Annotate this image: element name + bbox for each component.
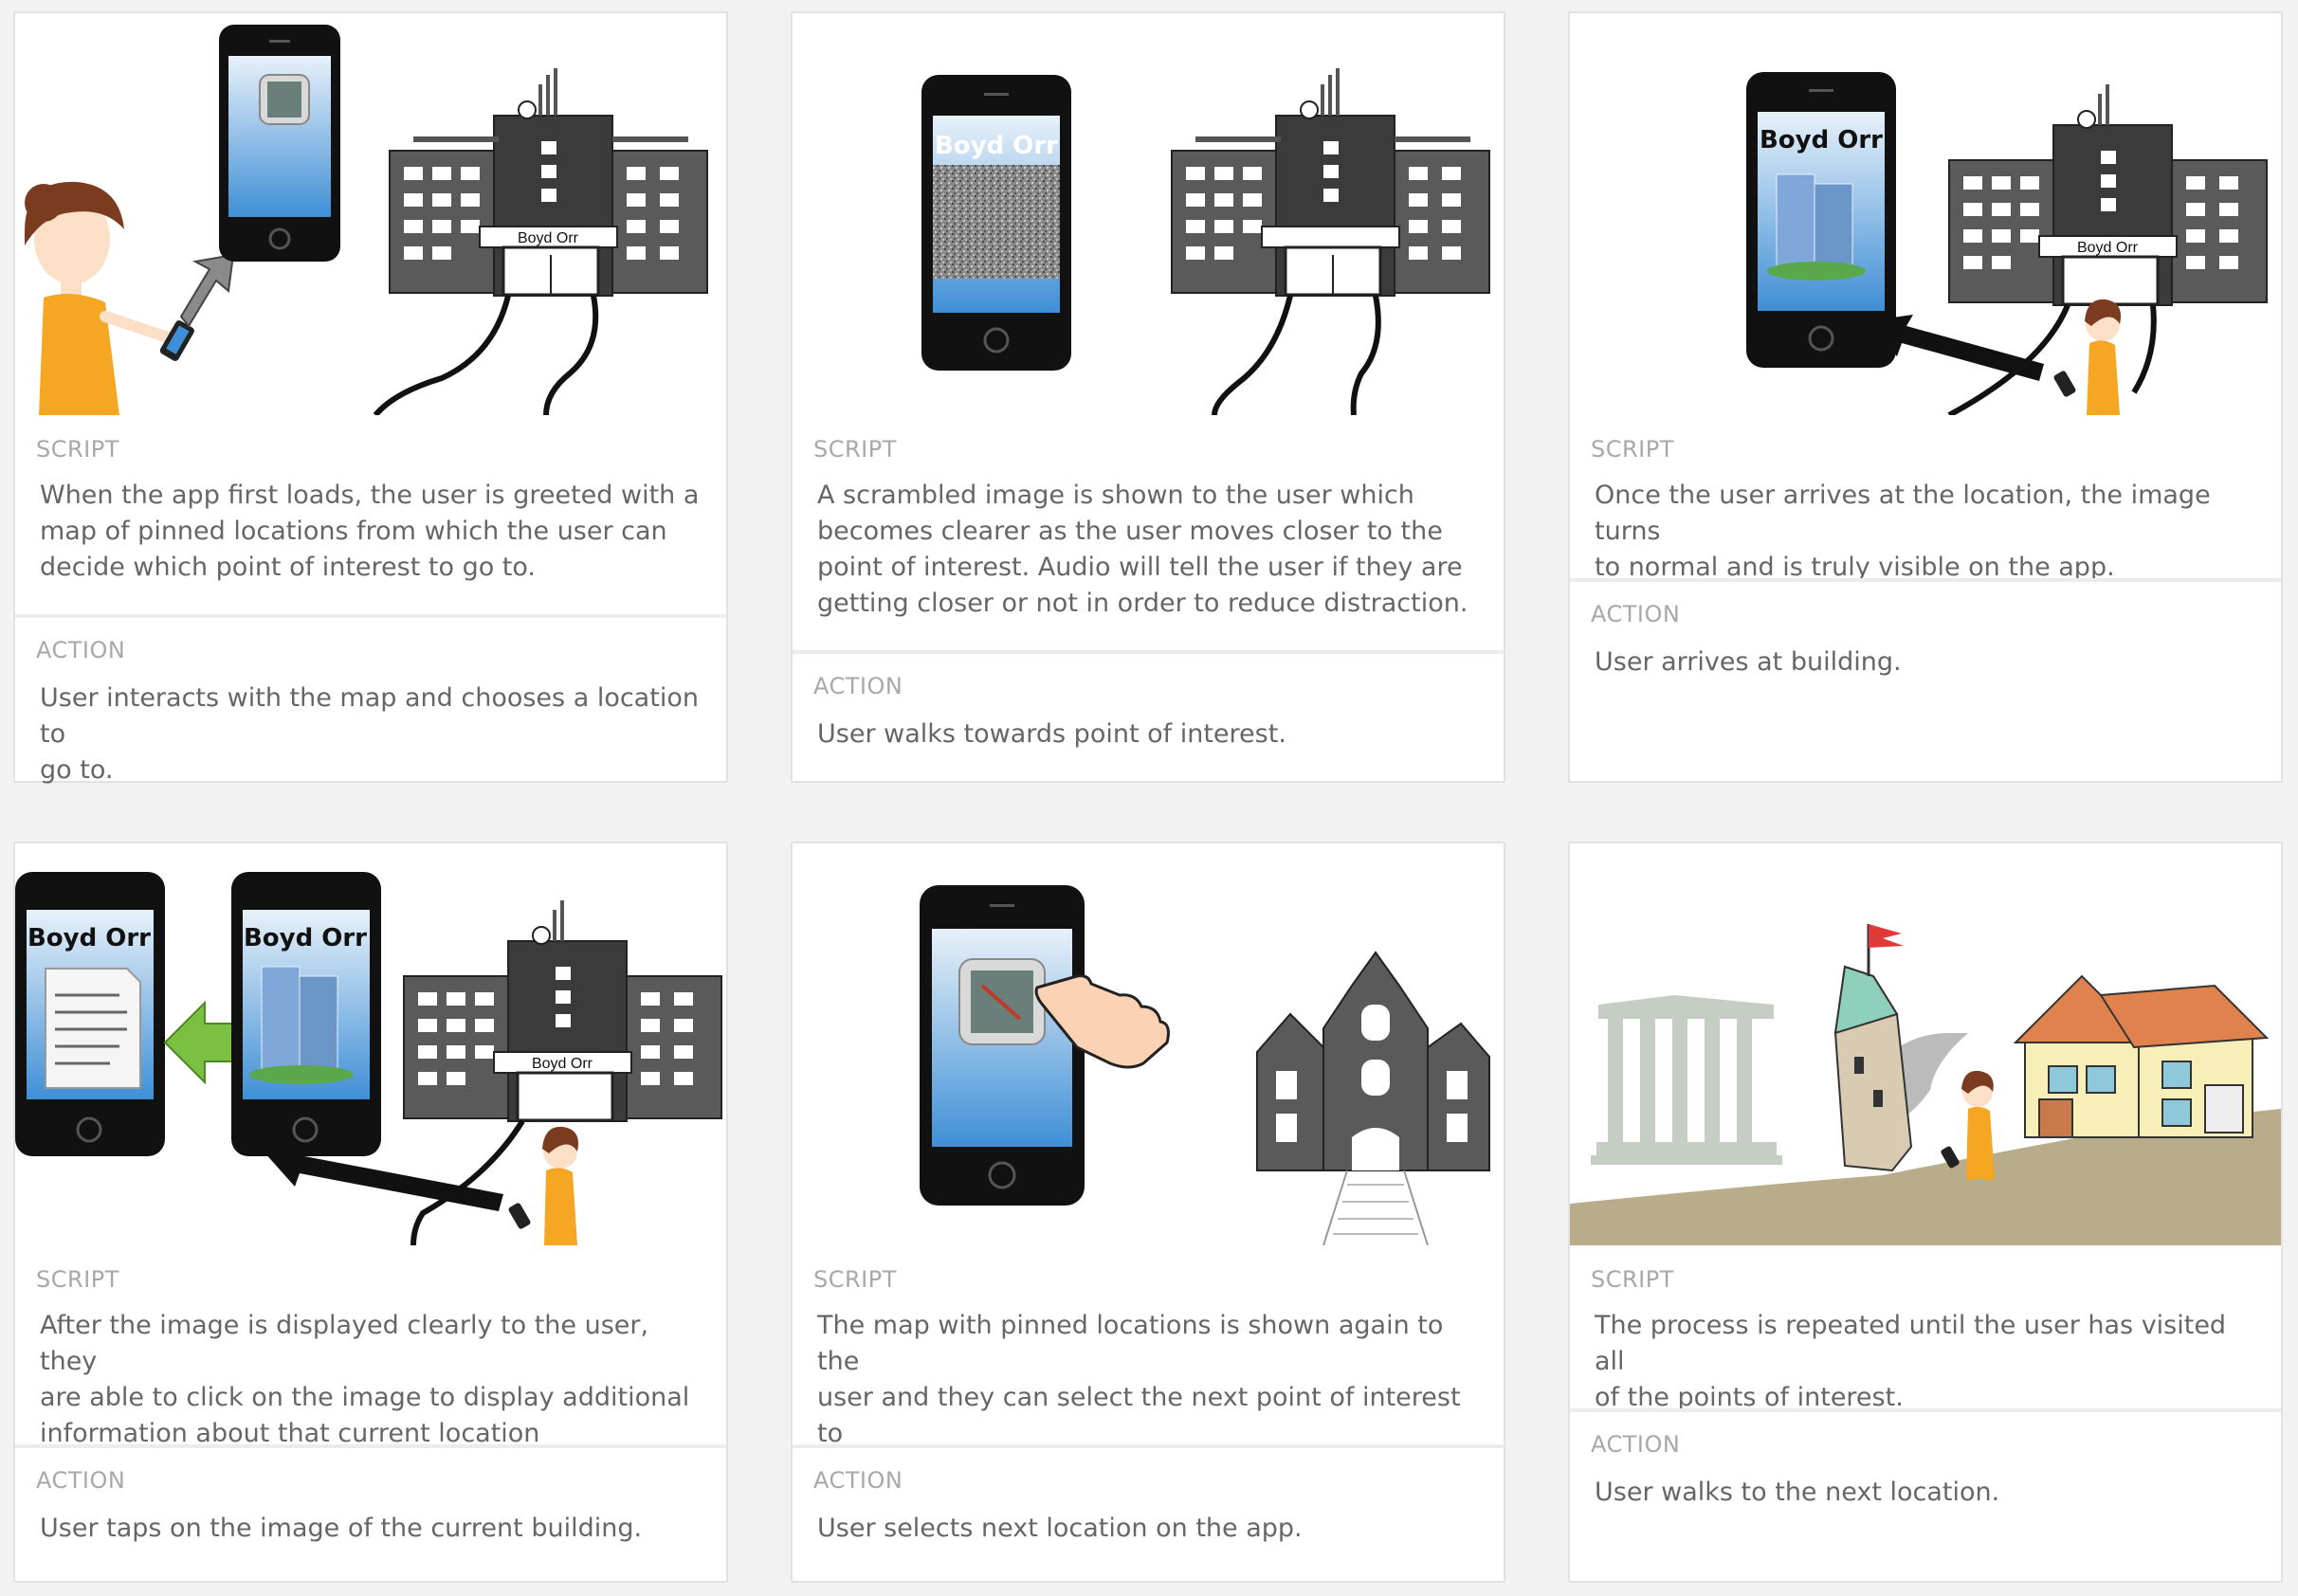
arrow-icon bbox=[1866, 315, 2044, 381]
woman-illustration bbox=[508, 1126, 578, 1245]
temple-building bbox=[1591, 995, 1782, 1165]
script-text: Once the user arrives at the location, t… bbox=[1595, 481, 2211, 582]
script-text: When the app first loads, the user is gr… bbox=[40, 481, 700, 582]
action-label: ACTION bbox=[1591, 601, 1681, 627]
script-section: SCRIPT The process is repeated until the… bbox=[1570, 1245, 2281, 1412]
house-building bbox=[2013, 974, 2270, 1138]
storyboard-panel-2: Boyd Orr SCRIPT A scrambled image is sho… bbox=[791, 11, 1505, 783]
phone-header: Boyd Orr bbox=[1760, 126, 1883, 154]
script-section: SCRIPT Once the user arrives at the loca… bbox=[1570, 415, 2281, 582]
arrow-icon bbox=[179, 253, 235, 328]
action-text: User walks to the next location. bbox=[1595, 1478, 2000, 1507]
script-section: SCRIPT The map with pinned locations is … bbox=[793, 1245, 1504, 1484]
building-sign: Boyd Orr bbox=[2077, 240, 2139, 256]
storyboard-panel-5: 5 SCRIPT The map with pinned locations i… bbox=[791, 842, 1505, 1583]
woman-illustration bbox=[1941, 1070, 1995, 1180]
tower-building bbox=[1833, 924, 1913, 1172]
storyboard-panel-4: Boyd Orr Boyd Orr Boyd Orr SCRIPT After … bbox=[13, 842, 728, 1583]
action-text: User selects next location on the app. bbox=[817, 1514, 1303, 1543]
action-label: ACTION bbox=[1591, 1431, 1681, 1458]
action-section: ACTION User walks to the next location. bbox=[1570, 1408, 2281, 1581]
building-sign: Boyd Orr bbox=[532, 1056, 593, 1072]
scrambled-image bbox=[933, 165, 1060, 279]
phone-illustration bbox=[219, 25, 340, 262]
phone-header: Boyd Orr bbox=[244, 924, 367, 952]
storyboard-panel-1: Boyd Orr 1 SCRIPT When the app first loa… bbox=[13, 11, 728, 785]
panel-illustration bbox=[793, 843, 1504, 1245]
script-label: SCRIPT bbox=[813, 1266, 897, 1293]
action-label: ACTION bbox=[36, 1467, 126, 1494]
building-photo bbox=[1767, 173, 1866, 281]
script-label: SCRIPT bbox=[36, 436, 119, 462]
document-icon bbox=[45, 968, 141, 1089]
script-label: SCRIPT bbox=[1591, 436, 1674, 462]
panel-illustration: Boyd Orr Boyd Orr Boyd Orr bbox=[15, 843, 726, 1245]
action-label: ACTION bbox=[813, 1467, 903, 1494]
panel-illustration: Boyd Orr bbox=[793, 13, 1504, 415]
script-section: SCRIPT A scrambled image is shown to the… bbox=[793, 415, 1504, 650]
action-section: ACTION User arrives at building. bbox=[1570, 578, 2281, 781]
phone-illustration: Boyd Orr bbox=[921, 75, 1071, 371]
action-section: ACTION User walks towards point of inter… bbox=[793, 650, 1504, 781]
woman-illustration bbox=[25, 181, 194, 415]
phone-illustration bbox=[920, 885, 1085, 1206]
boyd-orr-building: Boyd Orr bbox=[373, 68, 708, 415]
arrow-left-icon bbox=[163, 1000, 234, 1085]
action-label: ACTION bbox=[813, 673, 903, 699]
script-label: SCRIPT bbox=[1591, 1266, 1674, 1293]
phone-illustration: Boyd Orr bbox=[231, 872, 381, 1156]
script-text: The process is repeated until the user h… bbox=[1595, 1311, 2227, 1412]
arrow-icon bbox=[264, 1145, 503, 1211]
action-text: User arrives at building. bbox=[1595, 647, 1902, 677]
script-text: A scrambled image is shown to the user w… bbox=[817, 481, 1468, 618]
action-text: User interacts with the map and chooses … bbox=[40, 683, 699, 785]
action-text: User taps on the image of the current bu… bbox=[40, 1514, 643, 1543]
building-sign: Boyd Orr bbox=[518, 230, 579, 246]
script-section: SCRIPT After the image is displayed clea… bbox=[15, 1245, 726, 1448]
action-section: ACTION User selects next location on the… bbox=[793, 1444, 1504, 1581]
phone-header: Boyd Orr bbox=[935, 132, 1058, 160]
script-section: SCRIPT When the app first loads, the use… bbox=[15, 415, 726, 614]
phone-header: Boyd Orr bbox=[27, 924, 151, 952]
panel-illustration: Boyd Orr bbox=[1570, 13, 2281, 415]
action-section: ACTION User taps on the image of the cur… bbox=[15, 1444, 726, 1581]
phone-illustration: Boyd Orr bbox=[15, 872, 165, 1156]
panel-illustration bbox=[1570, 843, 2281, 1245]
storyboard-panel-3: Boyd Orr Boyd Orr SCRIPT Once the user a… bbox=[1568, 11, 2283, 783]
script-text: After the image is displayed clearly to … bbox=[40, 1311, 690, 1448]
panel-illustration: Boyd Orr bbox=[15, 13, 726, 415]
storyboard-panel-6: 6 SCRIPT The process is repeated until t… bbox=[1568, 842, 2283, 1583]
action-text: User walks towards point of interest. bbox=[817, 719, 1286, 749]
script-label: SCRIPT bbox=[813, 436, 897, 462]
script-label: SCRIPT bbox=[36, 1266, 119, 1293]
building-photo bbox=[249, 966, 354, 1084]
action-section: ACTION User interacts with the map and c… bbox=[15, 614, 726, 785]
castle-building bbox=[1256, 951, 1490, 1245]
boyd-orr-building bbox=[1171, 68, 1490, 415]
action-label: ACTION bbox=[36, 637, 126, 663]
